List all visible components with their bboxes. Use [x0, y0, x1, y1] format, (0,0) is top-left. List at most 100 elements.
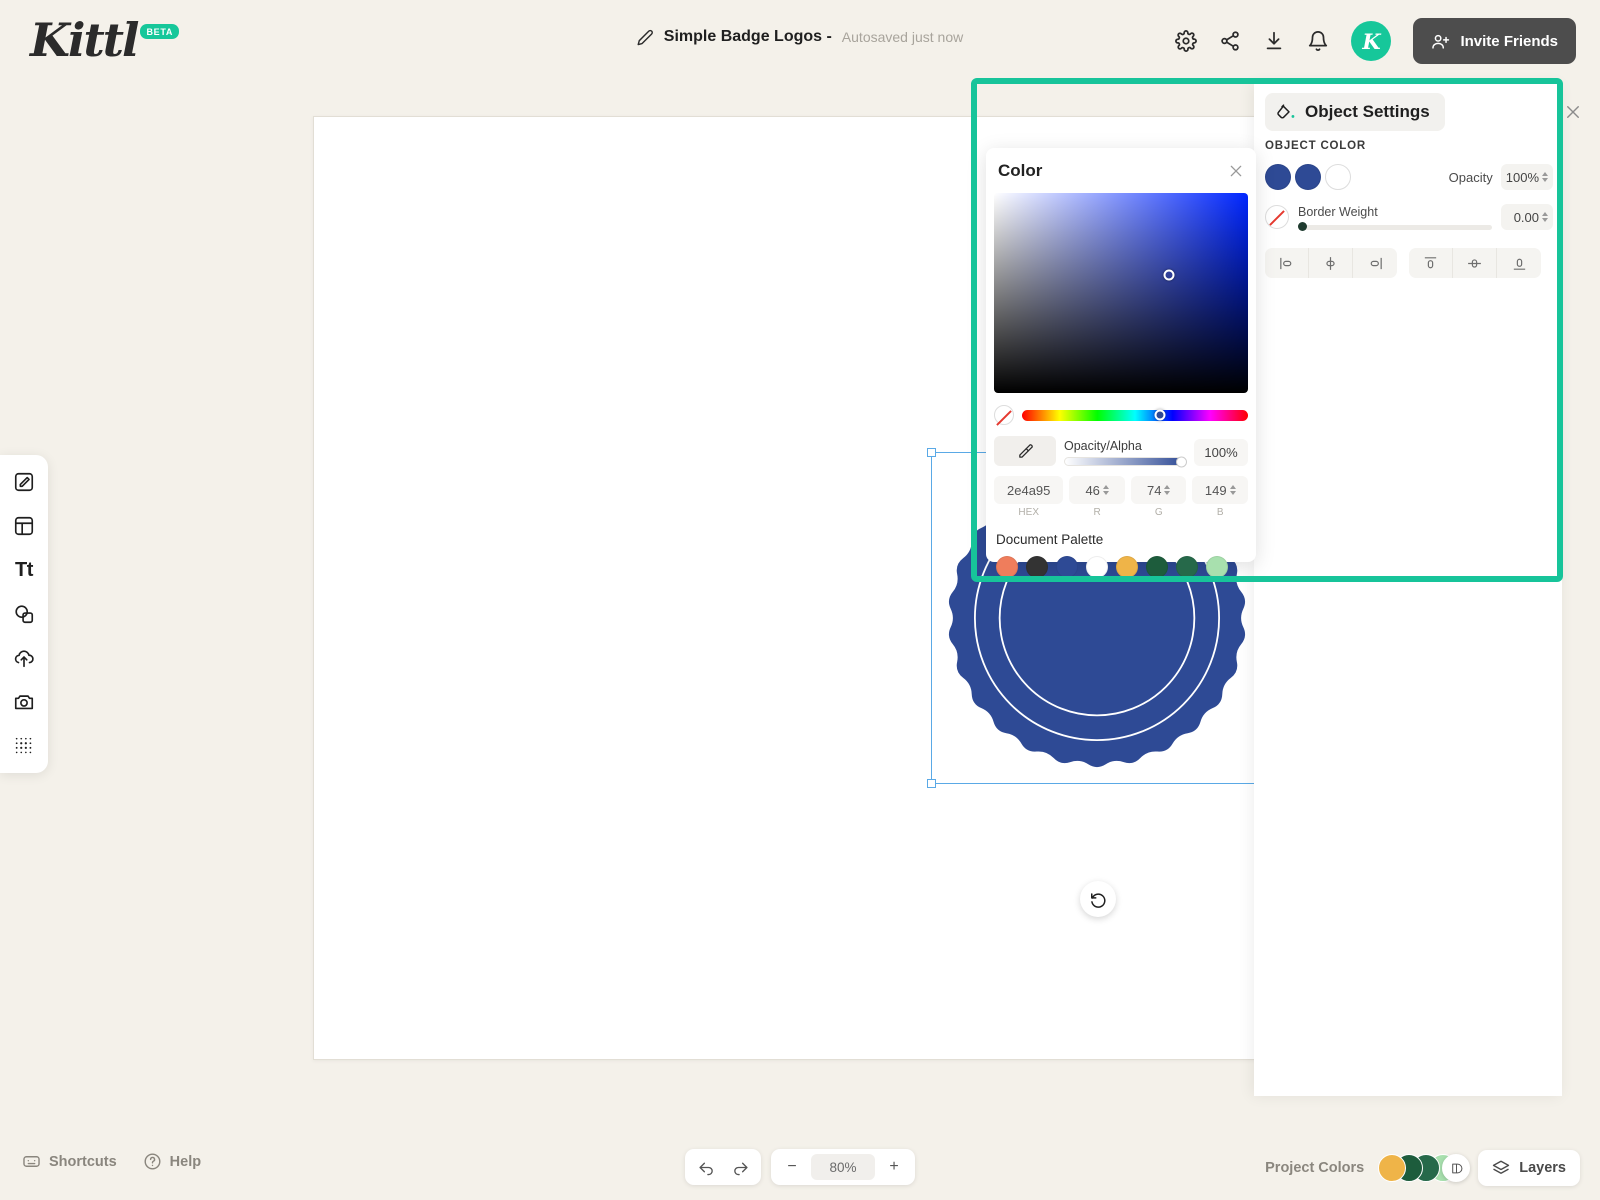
footer-center-group: − 80% +: [685, 1149, 915, 1185]
align-middle-vertical-icon[interactable]: [1453, 248, 1497, 278]
palette-swatch-2[interactable]: [1056, 556, 1078, 578]
saturation-value-knob[interactable]: [1163, 269, 1175, 281]
design-edit-icon[interactable]: [11, 469, 37, 495]
app-logo[interactable]: Kittl BETA: [30, 14, 180, 66]
align-top-icon[interactable]: [1409, 248, 1453, 278]
templates-icon[interactable]: [11, 513, 37, 539]
blue-caption: B: [1216, 507, 1224, 518]
rotate-counterclockwise-icon: [1090, 892, 1105, 908]
project-colors-swatches[interactable]: [1378, 1151, 1471, 1185]
undo-arrow-icon[interactable]: [691, 1153, 721, 1181]
object-color-row: Opacity 100%: [1265, 164, 1553, 190]
opacity-input[interactable]: 100%: [1500, 164, 1553, 190]
text-tool-label: Tt: [15, 558, 33, 581]
border-weight-stepper[interactable]: [1542, 212, 1548, 222]
hue-slider-knob[interactable]: [1154, 409, 1166, 421]
object-color-swatch-1[interactable]: [1265, 164, 1291, 190]
opacity-value: 100%: [1505, 169, 1539, 185]
bell-icon[interactable]: [1307, 30, 1329, 52]
green-stepper[interactable]: [1164, 485, 1171, 495]
palette-swatch-3[interactable]: [1086, 556, 1108, 578]
border-weight-slider-knob[interactable]: [1298, 222, 1307, 231]
align-center-horizontal-icon[interactable]: [1309, 248, 1353, 278]
help-button[interactable]: Help: [143, 1152, 201, 1171]
user-avatar[interactable]: K: [1351, 21, 1392, 61]
align-bottom-icon[interactable]: [1497, 248, 1541, 278]
blue-stepper[interactable]: [1229, 485, 1236, 495]
opacity-stepper[interactable]: [1542, 172, 1548, 182]
zoom-level-value[interactable]: 80%: [811, 1154, 875, 1180]
object-color-swatch-2[interactable]: [1295, 164, 1321, 190]
zoom-out-button[interactable]: −: [777, 1153, 807, 1181]
zoom-controls: − 80% +: [771, 1149, 915, 1185]
hex-input[interactable]: 2e4a95: [994, 476, 1064, 504]
zoom-in-button[interactable]: +: [879, 1153, 909, 1181]
object-color-swatch-3[interactable]: [1325, 164, 1351, 190]
red-stepper[interactable]: [1102, 485, 1109, 495]
alpha-value-input[interactable]: 100%: [1194, 439, 1248, 466]
hue-slider[interactable]: [1022, 409, 1248, 421]
alpha-row: Opacity/Alpha 100%: [994, 436, 1248, 467]
texture-grid-icon[interactable]: [11, 733, 37, 759]
hex-value: 2e4a95: [1007, 482, 1051, 498]
horizontal-align-group: [1265, 248, 1397, 278]
palette-swatch-0[interactable]: [996, 556, 1018, 578]
palette-swatch-5[interactable]: [1146, 556, 1168, 578]
download-icon[interactable]: [1263, 30, 1285, 52]
history-controls: [685, 1149, 761, 1185]
hex-caption: HEX: [1018, 507, 1039, 518]
no-color-slash-icon[interactable]: [994, 405, 1014, 425]
palette-swatch-7[interactable]: [1206, 556, 1228, 578]
close-icon[interactable]: [1564, 103, 1582, 121]
blue-input[interactable]: 149: [1192, 476, 1248, 504]
photos-icon[interactable]: [11, 689, 37, 715]
avatar-letter: K: [1362, 28, 1381, 54]
beta-badge: BETA: [140, 24, 180, 39]
opacity-label: Opacity: [1448, 169, 1493, 185]
gear-icon[interactable]: [1175, 30, 1198, 52]
palette-swatch-1[interactable]: [1026, 556, 1048, 578]
red-input[interactable]: 46: [1069, 476, 1125, 504]
green-input[interactable]: 74: [1130, 476, 1187, 504]
palette-swatch-4[interactable]: [1116, 556, 1138, 578]
alpha-label: Opacity/Alpha: [1064, 439, 1142, 453]
object-settings-header: Object Settings: [1265, 93, 1445, 131]
layers-button[interactable]: Layers: [1478, 1150, 1580, 1186]
autosave-status: Autosaved just now: [841, 29, 964, 45]
shortcuts-button[interactable]: Shortcuts: [22, 1152, 117, 1171]
share-icon[interactable]: [1219, 30, 1241, 52]
resize-handle-top-left[interactable]: [927, 448, 936, 457]
alpha-slider-knob[interactable]: [1176, 456, 1187, 467]
saturation-value-area[interactable]: [994, 193, 1248, 393]
palette-swatch-6[interactable]: [1176, 556, 1198, 578]
border-weight-row: Border Weight 0.00: [1265, 204, 1553, 231]
pencil-icon: [637, 29, 653, 45]
help-label: Help: [169, 1153, 202, 1170]
edit-project-colors-icon[interactable]: [1442, 1154, 1471, 1182]
shortcuts-label: Shortcuts: [49, 1153, 117, 1170]
document-title-area[interactable]: Simple Badge Logos - Autosaved just now: [637, 28, 963, 46]
green-caption: G: [1154, 507, 1163, 518]
rotate-handle-button[interactable]: [1080, 881, 1116, 917]
resize-handle-bottom-left[interactable]: [927, 779, 936, 788]
footer-left-group: Shortcuts Help: [22, 1152, 201, 1171]
add-person-icon: [1432, 34, 1450, 49]
project-colors-label: Project Colors: [1265, 1160, 1365, 1176]
blue-value: 149: [1204, 482, 1227, 498]
keyboard-icon: [23, 1156, 40, 1167]
align-right-icon[interactable]: [1353, 248, 1397, 278]
alpha-slider[interactable]: [1064, 456, 1187, 467]
layers-icon: [1493, 1160, 1510, 1174]
object-settings-title: Object Settings: [1305, 102, 1430, 121]
close-icon[interactable]: [1228, 163, 1244, 179]
align-left-icon[interactable]: [1265, 248, 1309, 278]
border-weight-input[interactable]: 0.00: [1501, 204, 1553, 230]
invite-friends-button[interactable]: Invite Friends: [1413, 18, 1576, 64]
eyedropper-button[interactable]: [994, 436, 1056, 466]
elements-icon[interactable]: [11, 601, 37, 627]
redo-arrow-icon[interactable]: [725, 1153, 755, 1181]
text-icon[interactable]: Tt: [11, 557, 37, 583]
border-weight-slider[interactable]: [1298, 222, 1492, 231]
no-border-color-icon[interactable]: [1265, 205, 1289, 229]
uploads-icon[interactable]: [11, 645, 37, 671]
